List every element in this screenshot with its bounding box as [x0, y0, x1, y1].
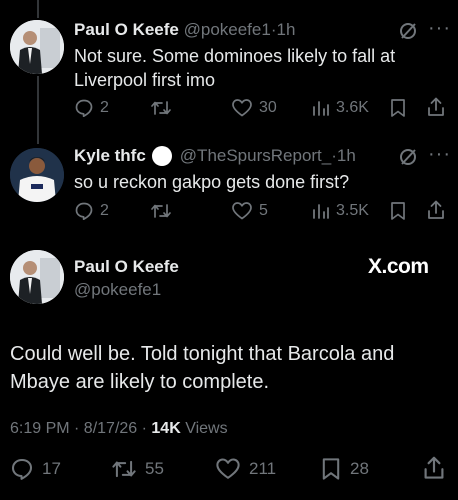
thread-line-top [37, 0, 39, 18]
repost-icon [151, 204, 171, 218]
avatar[interactable] [10, 148, 64, 202]
reply-icon [75, 202, 93, 221]
tweet-text-line: Mbaye are likely to complete. [10, 371, 270, 393]
author-name[interactable]: Paul O Keefe [74, 257, 179, 277]
tweet-time[interactable]: 1h [277, 20, 296, 39]
views-count: 3.5K [336, 202, 369, 219]
share-icon[interactable] [426, 200, 446, 220]
reply-count: 17 [42, 459, 61, 478]
like-button[interactable]: 211 [215, 457, 276, 481]
like-icon [232, 202, 252, 220]
reply-icon [75, 99, 93, 118]
tweet-text-line: Could well be. Told tonight that Barcola… [10, 343, 395, 365]
like-button[interactable]: 30 [231, 98, 277, 118]
author-name[interactable]: Kyle thfc [74, 146, 146, 166]
reply-icon [11, 458, 33, 480]
repost-count: 55 [145, 459, 164, 478]
repost-icon [112, 460, 136, 478]
share-icon[interactable] [426, 97, 446, 117]
tweet-timestamp[interactable]: 6:19 PM · 8/17/26 · [10, 420, 151, 437]
verified-badge [151, 146, 172, 166]
thread-line-mid [37, 76, 39, 144]
bookmark-icon[interactable] [389, 98, 407, 118]
like-icon [232, 99, 252, 117]
like-button[interactable]: 5 [231, 201, 268, 221]
avatar[interactable] [10, 250, 64, 304]
views-label: Views [180, 420, 228, 437]
tweet-text-line: so u reckon gakpo gets done first? [74, 172, 350, 192]
reply-button[interactable]: 17 [10, 457, 61, 481]
share-icon[interactable] [422, 456, 446, 480]
like-count: 211 [249, 459, 277, 478]
views-button[interactable]: 3.6K [312, 98, 369, 118]
repost-button[interactable] [150, 98, 172, 118]
more-icon[interactable]: ··· [428, 17, 451, 40]
grok-icon[interactable] [398, 147, 418, 167]
reply-button[interactable]: 2 [74, 201, 109, 221]
tweet-text-line: Not sure. Some dominoes likely to fall a… [74, 46, 396, 66]
views-button[interactable]: 3.5K [312, 201, 369, 221]
author-handle[interactable]: @pokeefe1 [74, 280, 161, 300]
bookmark-icon[interactable] [389, 201, 407, 221]
tweet-text-line: Liverpool first imo [74, 70, 216, 90]
bookmark-count: 28 [350, 459, 369, 478]
tweet-time[interactable]: 1h [337, 146, 356, 166]
bookmark-icon [322, 458, 340, 480]
repost-button[interactable]: 55 [111, 457, 164, 481]
brand-watermark: X.com [368, 255, 429, 278]
like-icon [216, 458, 240, 479]
reply-count: 2 [100, 99, 109, 116]
author-handle[interactable]: @pokeefe1 [184, 20, 271, 39]
views-count: 3.6K [336, 99, 369, 116]
reply-count: 2 [100, 202, 109, 219]
author-handle[interactable]: @TheSpursReport_ [180, 146, 331, 166]
repost-button[interactable] [150, 201, 172, 221]
views-count[interactable]: 14K [151, 420, 180, 437]
grok-icon[interactable] [398, 21, 418, 41]
like-count: 30 [259, 99, 277, 116]
bookmark-button[interactable]: 28 [320, 457, 369, 481]
avatar[interactable] [10, 20, 64, 74]
author-name[interactable]: Paul O Keefe [74, 20, 179, 39]
more-icon[interactable]: ··· [428, 143, 451, 166]
like-count: 5 [259, 202, 268, 219]
reply-button[interactable]: 2 [74, 98, 109, 118]
views-icon [313, 204, 329, 219]
repost-icon [151, 101, 171, 115]
views-icon [313, 101, 329, 116]
